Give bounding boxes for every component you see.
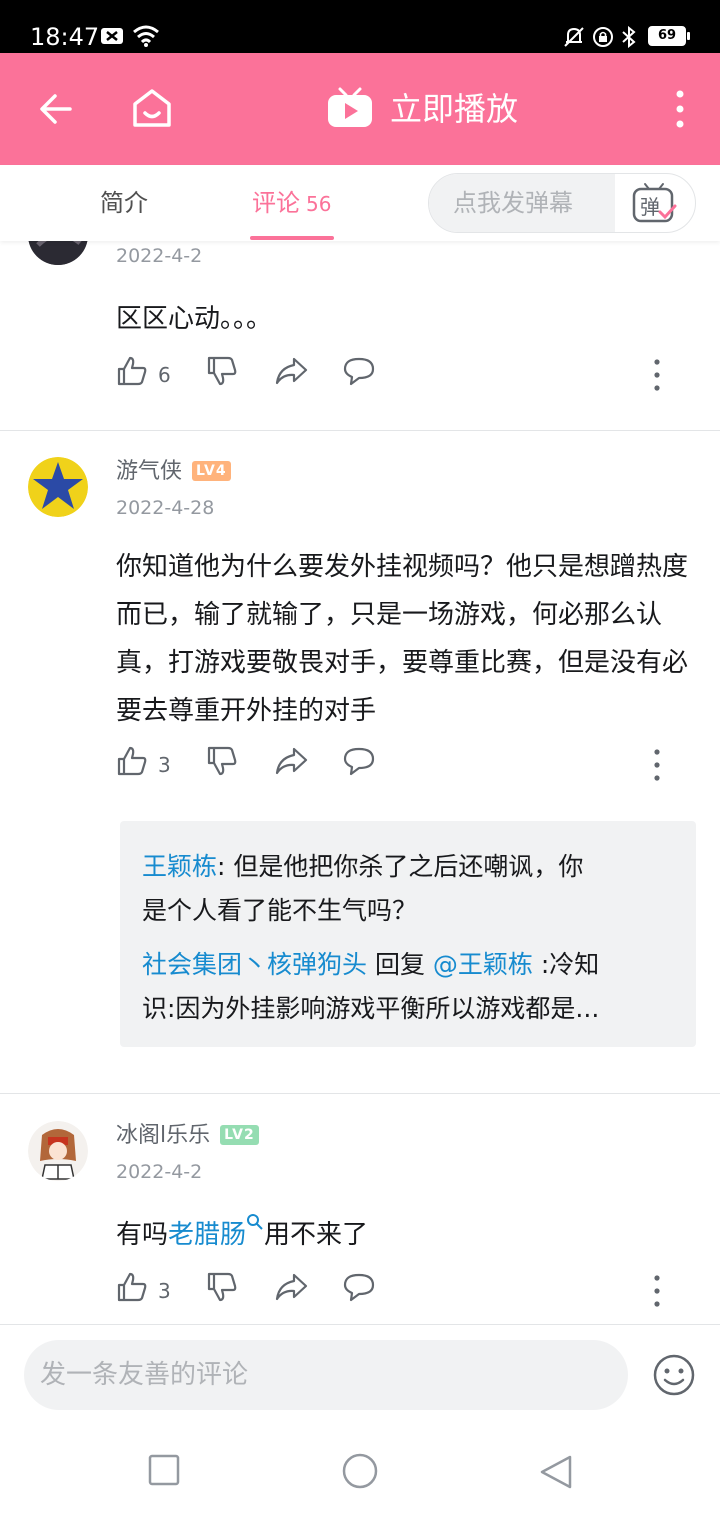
notification-icon	[101, 28, 123, 44]
reply-word: 回复	[367, 950, 433, 979]
comment-date: 2022-4-28	[116, 497, 215, 519]
comment-date: 2022-4-2	[116, 245, 203, 267]
danmaku-button-label: 弹	[640, 195, 660, 219]
divider	[0, 1093, 720, 1094]
level-badge: LV4	[192, 461, 231, 481]
mute-bell-icon	[564, 27, 584, 47]
comment-more-icon[interactable]	[652, 745, 662, 785]
comment-actions: 3	[116, 1271, 676, 1311]
username-text: 游气侠	[116, 459, 183, 484]
like-icon[interactable]	[116, 745, 148, 777]
comment-username[interactable]: 冰阁l乐乐 LV2	[116, 1121, 259, 1151]
tab-comments[interactable]: 评论 56	[252, 187, 331, 220]
reply-icon[interactable]	[342, 745, 376, 777]
tab-comments-count: 56	[306, 192, 332, 216]
battery-icon: 69	[648, 26, 690, 46]
like-icon[interactable]	[116, 355, 148, 387]
reply-icon[interactable]	[342, 355, 376, 387]
comment-text: 区区心动。。。	[116, 304, 273, 334]
divider	[0, 430, 720, 431]
like-count: 3	[158, 753, 171, 777]
status-time: 18:47	[30, 23, 100, 51]
back-nav-icon[interactable]	[538, 1454, 574, 1490]
username-text: 冰阁l乐乐	[116, 1123, 211, 1148]
dislike-icon[interactable]	[206, 1271, 238, 1303]
share-icon[interactable]	[274, 355, 308, 387]
play-now-title[interactable]: 立即播放	[390, 89, 518, 129]
like-count: 6	[158, 363, 171, 387]
reply-text: :冷知	[532, 950, 600, 979]
reply-separator: :	[217, 852, 234, 881]
active-tab-indicator	[250, 236, 334, 240]
app-bar: 立即播放	[0, 53, 720, 165]
tv-play-icon	[328, 87, 372, 127]
danmaku-box: 点我发弹幕 弹	[428, 173, 696, 233]
status-bar: 18:47 69	[0, 0, 720, 53]
comment-username[interactable]: 游气侠 LV4	[116, 457, 231, 487]
more-vertical-icon[interactable]	[674, 89, 686, 129]
reply-preview[interactable]: 王颖栋: 但是他把你杀了之后还嘲讽，你 是个人看了能不生气吗？ 社会集团丶核弹狗…	[120, 821, 696, 1047]
reply-author[interactable]: 社会集团丶核弹狗头	[142, 950, 367, 979]
avatar[interactable]	[28, 241, 88, 265]
tab-intro[interactable]: 简介	[100, 187, 148, 219]
avatar[interactable]	[28, 1121, 88, 1181]
like-count: 3	[158, 1279, 171, 1303]
system-nav-bar	[0, 1424, 720, 1520]
like-icon[interactable]	[116, 1271, 148, 1303]
danmaku-toggle-icon[interactable]: 弹	[631, 182, 677, 224]
reply-mention[interactable]: @王颖栋	[433, 950, 533, 979]
comment-more-icon[interactable]	[652, 355, 662, 395]
wifi-icon	[133, 25, 159, 47]
share-icon[interactable]	[274, 1271, 308, 1303]
comment-text: 你知道他为什么要发外挂视频吗？他只是想蹭热度而已，输了就输了，只是一场游戏，何必…	[116, 552, 689, 726]
back-arrow-icon[interactable]	[38, 91, 74, 127]
home-icon[interactable]	[130, 87, 174, 129]
danmaku-input[interactable]: 点我发弹幕	[429, 174, 615, 232]
comment-more-icon[interactable]	[652, 1271, 662, 1311]
reply-line: 识:因为外挂影响游戏平衡所以游戏都是...	[142, 994, 600, 1023]
search-icon[interactable]	[246, 1213, 264, 1231]
avatar[interactable]	[28, 457, 88, 517]
comment-text: 有吗老腊肠 用不来了	[116, 1211, 706, 1259]
reply-text: 但是他把你杀了之后还嘲讽，你	[233, 852, 584, 881]
level-badge: LV2	[220, 1125, 259, 1145]
bluetooth-icon	[622, 26, 636, 48]
reply-author[interactable]: 王颖栋	[142, 852, 217, 881]
reply-line: 王颖栋: 但是他把你杀了之后还嘲讽，你	[142, 845, 682, 889]
reply-icon[interactable]	[342, 1271, 376, 1303]
dislike-icon[interactable]	[206, 745, 238, 777]
recent-apps-icon[interactable]	[148, 1454, 180, 1486]
home-nav-icon[interactable]	[341, 1452, 379, 1490]
reply-line: 社会集团丶核弹狗头 回复 @王颖栋 :冷知	[142, 943, 682, 987]
lock-rotation-icon	[593, 27, 613, 47]
comment-input-bar: 发一条友善的评论	[0, 1324, 720, 1424]
comment-list: 2022-4-2 区区心动。。。 6 游气侠 LV4 2022-4-28 你知道他…	[0, 241, 720, 1324]
share-icon[interactable]	[274, 745, 308, 777]
dislike-icon[interactable]	[206, 355, 238, 387]
comment-actions: 6	[116, 355, 676, 395]
comment-text-before: 有吗	[116, 1220, 169, 1250]
tab-comments-label: 评论	[252, 189, 300, 217]
comment-date: 2022-4-2	[116, 1161, 203, 1183]
reply-line: 是个人看了能不生气吗？	[142, 896, 418, 925]
tab-bar: 简介 评论 56 点我发弹幕 弹	[0, 165, 720, 241]
emoji-icon[interactable]	[652, 1353, 696, 1397]
comment-text-after: 用不来了	[264, 1220, 369, 1250]
search-link[interactable]: 老腊肠	[168, 1220, 246, 1250]
comment-input[interactable]: 发一条友善的评论	[24, 1340, 628, 1410]
comment-actions: 3	[116, 745, 676, 785]
